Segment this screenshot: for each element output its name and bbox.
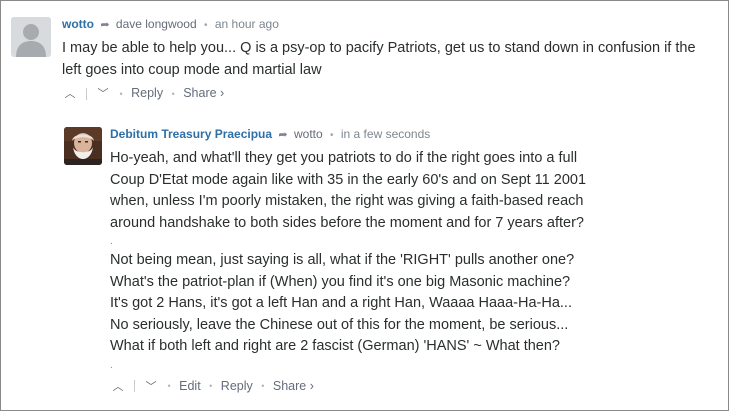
comment-text: Ho-yeah, and what'll they get you patrio… — [110, 148, 715, 374]
chevron-up-icon[interactable]: ︿ — [62, 85, 78, 103]
share-button[interactable]: Share › — [273, 379, 314, 393]
separator-dot: • — [261, 381, 265, 392]
chevron-up-icon[interactable]: ︿ — [110, 378, 126, 396]
comment-line: Ho-yeah, and what'll they get you patrio… — [110, 150, 578, 166]
separator-dot: • — [167, 381, 171, 392]
divider — [134, 380, 135, 393]
user-silhouette-icon — [11, 17, 51, 57]
separator-dot: • — [330, 130, 334, 141]
comment-line: What's the patriot-plan if (When) you fi… — [110, 273, 571, 290]
comment-line: when, unless I'm poorly mistaken, the ri… — [110, 193, 584, 209]
reply-button[interactable]: Reply — [221, 379, 253, 393]
comment-line: left goes into coup mode and martial law — [62, 61, 322, 78]
timestamp[interactable]: in a few seconds — [341, 127, 430, 141]
comment-footer: ︿ ﹀ • Edit • Reply • Share › — [110, 377, 715, 396]
reply-arrow-icon: ➦ — [278, 129, 288, 141]
comment-line: It's got 2 Hans, it's got a left Han and… — [110, 295, 572, 311]
edit-button[interactable]: Edit — [179, 379, 201, 393]
separator-dot: • — [119, 88, 123, 99]
paragraph-separator: . — [110, 359, 113, 371]
reply-arrow-icon: ➦ — [100, 19, 110, 31]
reply-to-name[interactable]: dave longwood — [116, 17, 197, 31]
comment-thread: wotto ➦ dave longwood • an hour ago I ma… — [0, 0, 729, 411]
avatar[interactable] — [64, 127, 102, 165]
separator-dot: • — [203, 20, 208, 31]
author-name[interactable]: Debitum Treasury Praecipua — [110, 127, 272, 141]
bearded-man-avatar-icon — [64, 127, 102, 165]
comment-line: around handshake to both sides before th… — [110, 214, 584, 231]
separator-dot: • — [209, 381, 213, 392]
comment-footer: ︿ ﹀ • Reply • Share › — [62, 84, 722, 103]
comment-line: I may be able to help you... Q is a psy-… — [62, 40, 696, 56]
comment-text: I may be able to help you... Q is a psy-… — [62, 38, 722, 81]
comment-header: wotto ➦ dave longwood • an hour ago — [62, 15, 722, 35]
separator-dot: • — [171, 88, 175, 99]
reply-to-name[interactable]: wotto — [294, 127, 323, 141]
author-name[interactable]: wotto — [62, 17, 94, 31]
chevron-down-icon[interactable]: ﹀ — [95, 85, 111, 103]
comment-line: Coup D'Etat mode again like with 35 in t… — [110, 171, 587, 188]
comment-line: What if both left and right are 2 fascis… — [110, 338, 560, 354]
reply-button[interactable]: Reply — [131, 86, 163, 100]
comment-line: Not being mean, just saying is all, what… — [110, 252, 575, 268]
comment-line: No seriously, leave the Chinese out of t… — [110, 316, 569, 333]
chevron-down-icon[interactable]: ﹀ — [143, 378, 159, 396]
avatar[interactable] — [11, 17, 51, 57]
comment-header: Debitum Treasury Praecipua ➦ wotto • in … — [110, 125, 715, 145]
timestamp[interactable]: an hour ago — [215, 17, 279, 31]
divider — [86, 87, 87, 100]
paragraph-separator: . — [110, 236, 113, 247]
share-button[interactable]: Share › — [183, 86, 224, 100]
